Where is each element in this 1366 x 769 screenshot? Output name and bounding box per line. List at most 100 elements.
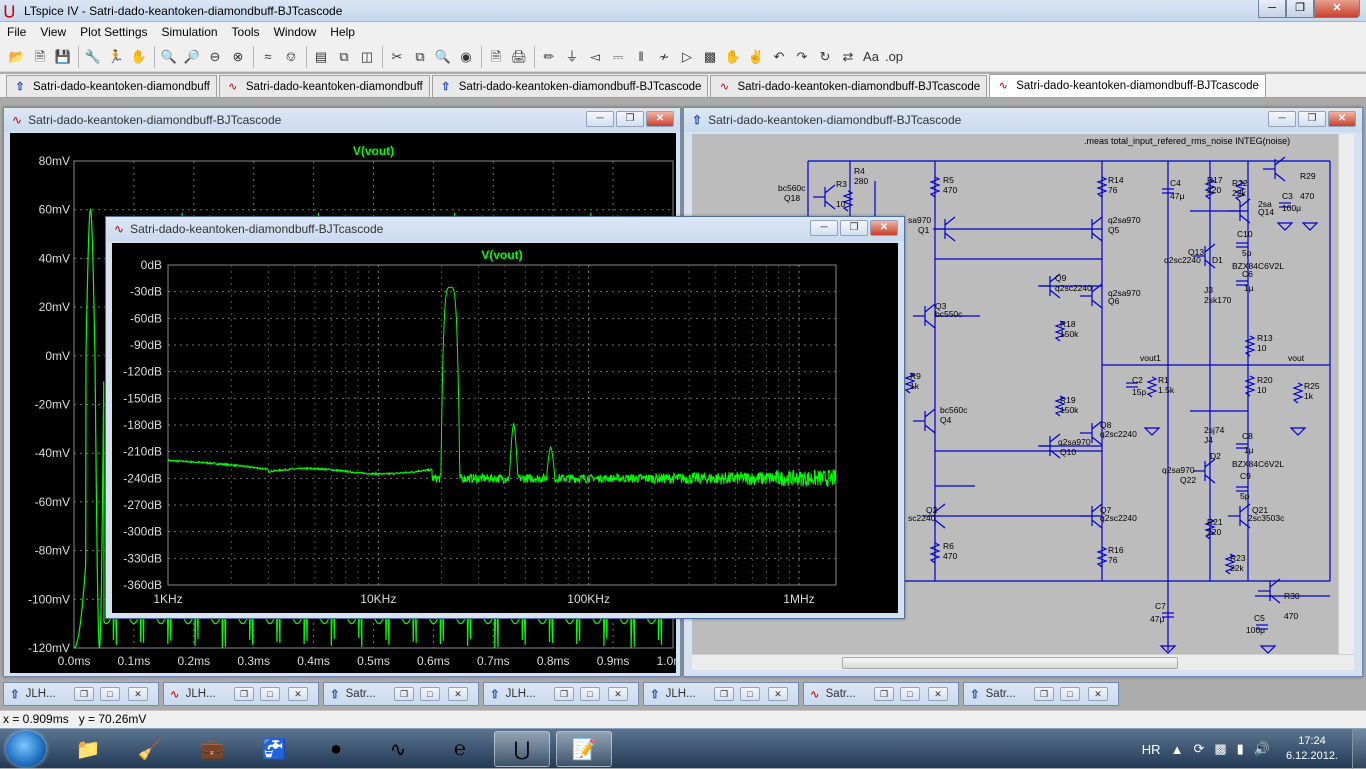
ltspice-icon[interactable]: ⋃ bbox=[494, 731, 550, 767]
restore-button[interactable]: ❐ bbox=[1286, 0, 1314, 18]
fft-window-titlebar[interactable]: ∿ Satri-dado-keantoken-diamondbuff-BJTca… bbox=[106, 217, 904, 241]
component-icon[interactable]: ▩ bbox=[699, 46, 721, 68]
minimized-3-close[interactable]: ✕ bbox=[448, 687, 468, 701]
close-button[interactable]: ✕ bbox=[1314, 0, 1360, 18]
minimize-button[interactable]: ─ bbox=[1258, 0, 1286, 18]
doc-tab-2[interactable]: ∿ Satri-dado-keantoken-diamondbuff bbox=[218, 75, 430, 97]
explorer-icon[interactable]: 📁 bbox=[60, 731, 116, 767]
fft-plot-window[interactable]: ∿ Satri-dado-keantoken-diamondbuff-BJTca… bbox=[105, 216, 905, 619]
tray-chevron-icon[interactable]: ▲ bbox=[1171, 742, 1184, 757]
notepad-icon[interactable]: 📝 bbox=[556, 731, 612, 767]
minimized-1-close[interactable]: ✕ bbox=[128, 687, 148, 701]
run-icon[interactable]: 🏃 bbox=[105, 46, 127, 68]
minimized-5-restore[interactable]: ❐ bbox=[714, 687, 734, 701]
menu-plot-settings[interactable]: Plot Settings bbox=[73, 25, 154, 39]
redo-icon[interactable]: ↷ bbox=[791, 46, 813, 68]
start-button[interactable] bbox=[6, 731, 46, 767]
menu-file[interactable]: File bbox=[0, 25, 33, 39]
minimized-1-maximize[interactable]: □ bbox=[100, 687, 120, 701]
resistor-icon[interactable]: ⎓ bbox=[607, 46, 629, 68]
minimized-7-maximize[interactable]: □ bbox=[1060, 687, 1080, 701]
acrobat-icon[interactable]: ● bbox=[308, 731, 364, 767]
minimized-4-maximize[interactable]: □ bbox=[580, 687, 600, 701]
diode-icon[interactable]: ▷ bbox=[676, 46, 698, 68]
cut-icon[interactable]: ✂ bbox=[386, 46, 408, 68]
menu-window[interactable]: Window bbox=[267, 25, 324, 39]
minimized-7-close[interactable]: ✕ bbox=[1088, 687, 1108, 701]
schematic-horizontal-scrollbar[interactable] bbox=[692, 654, 1354, 670]
transient-close-button[interactable]: ✕ bbox=[646, 111, 674, 127]
minimized-window-5[interactable]: ⇧ JLH... ❐ □ ✕ bbox=[643, 682, 799, 706]
sync-icon[interactable]: ⟳ bbox=[1193, 741, 1204, 757]
schematic-scroll-thumb[interactable] bbox=[842, 657, 1178, 669]
fft-restore-button[interactable]: ❐ bbox=[840, 220, 868, 236]
print-preview-icon[interactable]: 🗎 bbox=[485, 46, 507, 68]
ground-icon[interactable]: ⏚ bbox=[561, 46, 583, 68]
minimized-3-restore[interactable]: ❐ bbox=[394, 687, 414, 701]
tile-horizontal-icon[interactable]: ▤ bbox=[310, 46, 332, 68]
clock[interactable]: 17:24 6.12.2012. bbox=[1286, 734, 1338, 764]
find-icon[interactable]: 🔍 bbox=[432, 46, 454, 68]
minimized-window-7[interactable]: ⇧ Satr... ❐ □ ✕ bbox=[963, 682, 1119, 706]
signal-icon[interactable]: ▮ bbox=[1237, 741, 1244, 757]
transient-minimize-button[interactable]: ─ bbox=[586, 111, 614, 127]
minimized-2-close[interactable]: ✕ bbox=[288, 687, 308, 701]
mirror-icon[interactable]: ⇄ bbox=[837, 46, 859, 68]
print-icon[interactable]: 🖨 bbox=[508, 46, 530, 68]
label-net-icon[interactable]: ◅ bbox=[584, 46, 606, 68]
new-schematic-icon[interactable]: 🗎 bbox=[29, 46, 51, 68]
cascade-icon[interactable]: ⧉ bbox=[333, 46, 355, 68]
transient-restore-button[interactable]: ❐ bbox=[616, 111, 644, 127]
zoom-fit-icon[interactable]: ⊗ bbox=[227, 46, 249, 68]
zoom-out-icon[interactable]: ⊖ bbox=[204, 46, 226, 68]
network-icon[interactable]: ▩ bbox=[1214, 741, 1226, 757]
scope-icon[interactable]: ∿ bbox=[370, 731, 426, 767]
schematic-vertical-scrollbar[interactable] bbox=[1338, 134, 1354, 654]
ie-icon[interactable]: ℮ bbox=[432, 731, 488, 767]
doc-tab-1[interactable]: ⇧ Satri-dado-keantoken-diamondbuff bbox=[6, 75, 217, 97]
menu-help[interactable]: Help bbox=[323, 25, 362, 39]
menu-simulation[interactable]: Simulation bbox=[155, 25, 225, 39]
minimized-window-2[interactable]: ∿ JLH... ❐ □ ✕ bbox=[163, 682, 319, 706]
fft-chart[interactable]: 0dB -30dB -60dB -90dB -120dB -150dB -180dB -210… bbox=[112, 243, 898, 613]
spice-directive-icon[interactable]: .op bbox=[883, 46, 905, 68]
volume-icon[interactable]: 🔊 bbox=[1254, 741, 1270, 757]
inductor-icon[interactable]: ≁ bbox=[653, 46, 675, 68]
move-icon[interactable]: ✋ bbox=[722, 46, 744, 68]
menu-view[interactable]: View bbox=[33, 25, 73, 39]
cursor-icon[interactable]: ⎊ bbox=[280, 46, 302, 68]
minimized-6-close[interactable]: ✕ bbox=[928, 687, 948, 701]
capacitor-icon[interactable]: ‖ bbox=[630, 46, 652, 68]
minimized-7-restore[interactable]: ❐ bbox=[1034, 687, 1054, 701]
minimized-2-restore[interactable]: ❐ bbox=[234, 687, 254, 701]
undo-icon[interactable]: ↶ bbox=[768, 46, 790, 68]
autorange-icon[interactable]: ≈ bbox=[257, 46, 279, 68]
minimized-4-close[interactable]: ✕ bbox=[608, 687, 628, 701]
text-icon[interactable]: Aa bbox=[860, 46, 882, 68]
minimized-5-close[interactable]: ✕ bbox=[768, 687, 788, 701]
fft-plot-pane[interactable]: 0dB -30dB -60dB -90dB -120dB -150dB -180dB -210… bbox=[112, 243, 898, 613]
minimized-6-restore[interactable]: ❐ bbox=[874, 687, 894, 701]
tap-icon[interactable]: 🚰 bbox=[246, 731, 302, 767]
copy-icon[interactable]: ⧉ bbox=[409, 46, 431, 68]
minimized-4-restore[interactable]: ❐ bbox=[554, 687, 574, 701]
drag-icon[interactable]: ✌ bbox=[745, 46, 767, 68]
zoom-pan-icon[interactable]: 🔎 bbox=[181, 46, 203, 68]
language-indicator[interactable]: HR bbox=[1142, 742, 1161, 757]
minimized-3-maximize[interactable]: □ bbox=[420, 687, 440, 701]
minimized-window-6[interactable]: ∿ Satr... ❐ □ ✕ bbox=[803, 682, 959, 706]
open-icon[interactable]: 📂 bbox=[6, 46, 28, 68]
save-icon[interactable]: 💾 bbox=[52, 46, 74, 68]
minimized-1-restore[interactable]: ❐ bbox=[74, 687, 94, 701]
fft-minimize-button[interactable]: ─ bbox=[810, 220, 838, 236]
minimized-2-maximize[interactable]: □ bbox=[260, 687, 280, 701]
minimized-window-4[interactable]: ⇧ JLH... ❐ □ ✕ bbox=[483, 682, 639, 706]
doc-tab-5[interactable]: ∿ Satri-dado-keantoken-diamondbuff-BJTcas… bbox=[989, 74, 1266, 97]
rotate-icon[interactable]: ↻ bbox=[814, 46, 836, 68]
minimized-window-3[interactable]: ⇧ Satr... ❐ □ ✕ bbox=[323, 682, 479, 706]
ccleaner-icon[interactable]: 🧹 bbox=[122, 731, 178, 767]
wire-icon[interactable]: ✏ bbox=[538, 46, 560, 68]
menu-tools[interactable]: Tools bbox=[225, 25, 267, 39]
schematic-close-button[interactable]: ✕ bbox=[1328, 111, 1356, 127]
briefcase-icon[interactable]: 💼 bbox=[184, 731, 240, 767]
